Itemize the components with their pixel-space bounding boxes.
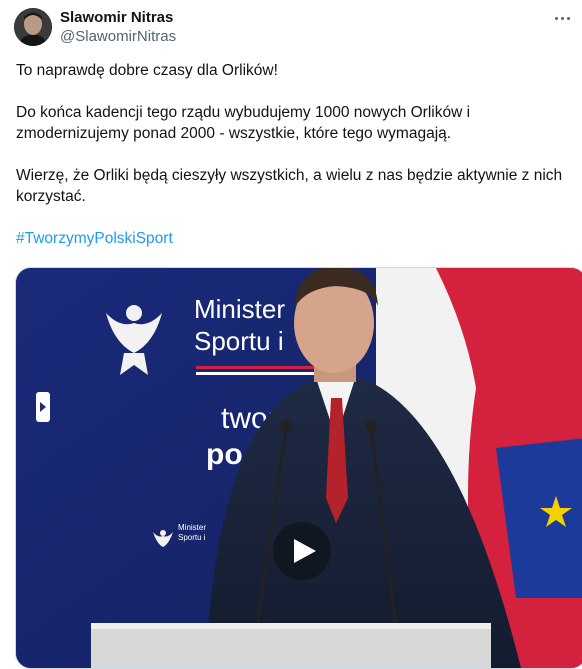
hashtag-link[interactable]: #TworzymyPolskiSport <box>16 230 173 247</box>
video-player[interactable]: Minister Sportu i twor po Minister Sport… <box>15 267 582 669</box>
backdrop-small-line2: Sportu i <box>178 533 206 542</box>
author-name[interactable]: Slawomir Nitras <box>60 9 173 27</box>
side-tab-icon <box>36 392 50 422</box>
play-button[interactable] <box>273 522 331 580</box>
tweet-paragraph: Wierzę, że Orliki będą cieszyły wszystki… <box>16 167 563 205</box>
tweet-paragraph: To naprawdę dobre czasy dla Orlików! <box>16 62 278 79</box>
more-dot-icon <box>566 16 570 20</box>
more-dot-icon <box>560 16 564 20</box>
backdrop-small-line1: Minister <box>178 523 206 532</box>
tweet-paragraph: Do końca kadencji tego rządu wybudujemy … <box>16 104 471 142</box>
play-icon <box>293 539 316 563</box>
backdrop-ministry-line1: Minister <box>194 294 285 324</box>
backdrop-slogan-line2: po <box>206 438 243 471</box>
tweet-text: To naprawdę dobre czasy dla Orlików! Do … <box>16 60 568 270</box>
avatar[interactable] <box>14 8 52 46</box>
tweet: Slawomir Nitras @SlawomirNitras To napra… <box>0 0 582 669</box>
avatar-image <box>14 8 52 46</box>
more-options-button[interactable] <box>550 6 574 30</box>
author-handle[interactable]: @SlawomirNitras <box>60 28 176 46</box>
backdrop-ministry-line2: Sportu i <box>194 326 284 356</box>
more-dot-icon <box>554 16 558 20</box>
video-thumbnail: Minister Sportu i twor po Minister Sport… <box>16 268 582 668</box>
